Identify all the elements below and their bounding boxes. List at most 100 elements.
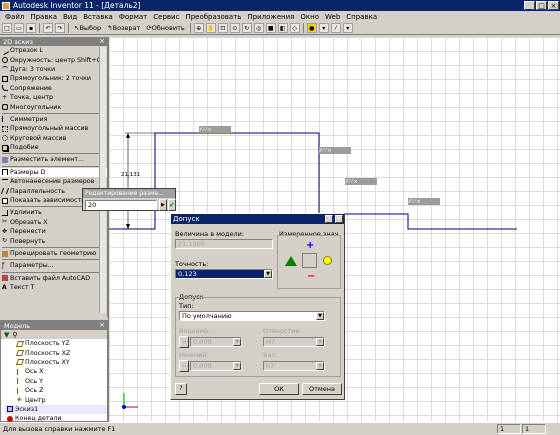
tool-rectangle[interactable]: Прямоугольник: 2 точки bbox=[0, 74, 107, 83]
tool-parameters[interactable]: ƒ Параметры... bbox=[0, 261, 107, 270]
zoom-selected-icon[interactable]: ⊙ bbox=[229, 23, 240, 33]
sketch-color-icon[interactable]: ▾ bbox=[318, 23, 329, 33]
sketch-panel-scrollbar[interactable] bbox=[99, 47, 106, 313]
back-button[interactable]: ↰ Возврат bbox=[105, 24, 142, 32]
zoom-icon[interactable]: ⊕ bbox=[193, 23, 204, 33]
tool-offset[interactable]: Подобие bbox=[0, 143, 107, 152]
chevron-down-icon[interactable]: ▼ bbox=[316, 312, 324, 320]
close-icon[interactable]: × bbox=[99, 37, 105, 45]
tool-text[interactable]: A Текст T bbox=[0, 283, 107, 292]
move-icon: ✥ bbox=[2, 227, 8, 235]
minimize-button[interactable]: _ bbox=[524, 1, 535, 10]
color-icon[interactable]: ● bbox=[306, 23, 317, 33]
tree-item-axis-y[interactable]: Ось Y bbox=[15, 377, 107, 386]
line-style-icon[interactable]: ⁄ bbox=[330, 23, 341, 33]
plus-icon[interactable]: + bbox=[306, 240, 314, 251]
triangle-icon[interactable] bbox=[285, 256, 297, 266]
tool-mirror[interactable]: Симметрия bbox=[0, 115, 107, 124]
tree-item-axis-z[interactable]: Ось Z bbox=[15, 386, 107, 395]
filter-icon[interactable]: ▼ bbox=[4, 331, 9, 339]
cancel-button[interactable]: Отмена bbox=[302, 383, 342, 395]
menu-web[interactable]: Web bbox=[322, 13, 343, 21]
pan-icon[interactable]: ✋ bbox=[205, 23, 216, 33]
tool-auto-dimension[interactable]: Автонанесение размеров bbox=[0, 177, 107, 186]
precision-select[interactable]: 0,123 ▼ bbox=[175, 269, 273, 279]
dimension-value-input[interactable]: 20 bbox=[85, 200, 157, 210]
constraint-glyph-vertical[interactable]: ⁄⁄ ⁄ ⁄ × bbox=[319, 147, 351, 154]
close-icon[interactable]: × bbox=[328, 148, 332, 154]
tool-circle[interactable]: Окружность: центр Shift+C bbox=[0, 55, 107, 64]
close-icon[interactable]: × bbox=[354, 179, 358, 185]
tool-arc[interactable]: Дуга: 3 точки bbox=[0, 65, 107, 74]
undo-icon[interactable]: ↶ bbox=[43, 23, 53, 33]
constraint-glyph-right[interactable]: ⁄⁄ ⁄ ⁄ × bbox=[408, 198, 440, 205]
minus-icon[interactable]: − bbox=[307, 271, 315, 282]
menu-help[interactable]: Справка bbox=[343, 13, 380, 21]
sketch-panel-header[interactable]: 2D эскиз × bbox=[0, 37, 107, 46]
find-icon[interactable]: ⚲ bbox=[12, 331, 17, 339]
tool-place-feature[interactable]: Разместить элемент... bbox=[0, 155, 107, 164]
tool-project-geometry[interactable]: Проецировать геометрию bbox=[0, 249, 107, 258]
type-select[interactable]: По умолчанию ▼ bbox=[179, 311, 325, 321]
menu-tools[interactable]: Сервис bbox=[150, 13, 182, 21]
menu-view[interactable]: Вид bbox=[60, 13, 80, 21]
perspective-icon[interactable]: ◇ bbox=[289, 23, 300, 33]
tree-item-axis-x[interactable]: Ось X bbox=[15, 367, 107, 376]
redo-icon[interactable]: ↷ bbox=[55, 23, 65, 33]
constraint-glyph-horizontal[interactable]: ⁄⁄ ⁄ ⁄ × bbox=[199, 126, 231, 133]
lower-value: 0,000 bbox=[193, 362, 212, 370]
close-icon[interactable]: × bbox=[208, 127, 212, 133]
menu-file[interactable]: Файл bbox=[2, 13, 27, 21]
upper-label: Верхний: bbox=[179, 327, 211, 335]
new-icon[interactable]: □ bbox=[2, 23, 12, 33]
check-icon[interactable]: ✔ bbox=[168, 199, 176, 211]
update-button[interactable]: ⟳ Обновить bbox=[144, 24, 186, 32]
chevron-down-icon[interactable]: ▼ bbox=[264, 270, 272, 278]
rotate-view-icon[interactable]: ↻ bbox=[241, 23, 252, 33]
tool-fillet[interactable]: Сопряжение bbox=[0, 84, 107, 93]
close-icon[interactable]: × bbox=[335, 215, 343, 223]
menu-insert[interactable]: Вставка bbox=[80, 13, 116, 21]
tool-rotate[interactable]: ↻ Повернуть bbox=[0, 236, 107, 245]
ok-button[interactable]: ОК bbox=[259, 383, 299, 395]
menu-format[interactable]: Формат bbox=[116, 13, 150, 21]
tree-item-sketch1[interactable]: Эскиз1 bbox=[5, 404, 107, 415]
model-browser-header[interactable]: Модель × bbox=[1, 321, 107, 330]
shaded-icon[interactable]: ■ bbox=[265, 23, 276, 33]
zoom-window-icon[interactable]: ⊡ bbox=[217, 23, 228, 33]
shadow-icon[interactable]: ◧ bbox=[277, 23, 288, 33]
constraint-glyph-step[interactable]: ⁄⁄ ⁄ ⁄ × bbox=[345, 178, 377, 185]
help-icon[interactable]: ? bbox=[175, 383, 187, 395]
tree-item-plane-yz[interactable]: Плоскость YZ bbox=[15, 339, 107, 348]
layer-icon[interactable]: ▾ bbox=[342, 23, 353, 33]
save-icon[interactable]: ▪ bbox=[26, 23, 36, 33]
menu-window[interactable]: Окно bbox=[297, 13, 322, 21]
menu-applications[interactable]: Приложения bbox=[244, 13, 297, 21]
close-icon[interactable]: × bbox=[417, 199, 421, 205]
menu-convert[interactable]: Преобразовать bbox=[182, 13, 244, 21]
help-icon[interactable]: ? bbox=[325, 215, 333, 223]
circle-icon[interactable] bbox=[323, 256, 332, 265]
tool-line[interactable]: Отрезок L bbox=[0, 46, 107, 55]
tree-item-plane-xz[interactable]: Плоскость XZ bbox=[15, 348, 107, 357]
tool-polygon[interactable]: Многоугольник bbox=[0, 102, 107, 111]
close-button[interactable]: × bbox=[548, 1, 559, 10]
tree-item-plane-xy[interactable]: Плоскость XY bbox=[15, 358, 107, 367]
close-icon[interactable]: × bbox=[99, 321, 105, 329]
tool-insert-autocad[interactable]: Вставить файл AutoCAD bbox=[0, 274, 107, 283]
mid-value-button[interactable] bbox=[302, 253, 317, 268]
maximize-button[interactable]: □ bbox=[536, 1, 547, 10]
tool-point[interactable]: + Точка, центр bbox=[0, 93, 107, 102]
select-button[interactable]: ↖ Выбор bbox=[72, 24, 103, 32]
tool-circular-array[interactable]: Круговой массив bbox=[0, 134, 107, 143]
tool-dimension[interactable]: Размеры D bbox=[0, 167, 107, 178]
tool-rect-array[interactable]: Прямоугольный массив bbox=[0, 124, 107, 133]
arrow-right-icon[interactable]: ▶ bbox=[159, 199, 167, 211]
open-icon[interactable]: ▭ bbox=[14, 23, 24, 33]
sketch-dimension-value[interactable]: 21,131 bbox=[121, 172, 140, 178]
tool-move[interactable]: ✥ Перенести bbox=[0, 227, 107, 236]
tree-item-center[interactable]: ◈ Центр bbox=[15, 395, 107, 404]
menu-edit[interactable]: Правка bbox=[27, 13, 60, 21]
tool-trim[interactable]: ✂ Обрезать X bbox=[0, 218, 107, 227]
look-at-icon[interactable]: ◎ bbox=[253, 23, 264, 33]
